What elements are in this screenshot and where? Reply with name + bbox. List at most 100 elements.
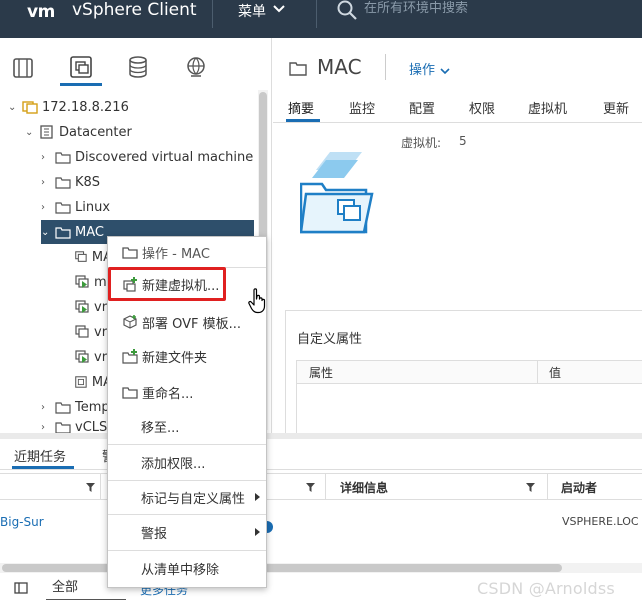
tree-node-template[interactable]: MA	[72, 370, 112, 394]
folder-icon	[289, 62, 307, 76]
menu-item-tags-attributes[interactable]: 标记与自定义属性	[108, 482, 266, 512]
tree-node-vm[interactable]: m	[72, 270, 112, 294]
tab-summary[interactable]: 摘要	[288, 98, 314, 117]
tasks-pane: 近期任务 警 详细信息 启动者 Big-Sur VSPHERE.LOC 全部 更…	[0, 439, 642, 605]
menu-separator	[108, 444, 266, 445]
submenu-arrow-icon	[255, 493, 260, 501]
tree-node-datacenter[interactable]: ⌄ Datacenter	[25, 120, 245, 144]
tree-node-label: vr	[94, 324, 108, 340]
scrollbar-thumb[interactable]	[2, 564, 562, 572]
watermark: CSDN @Arnoldss	[477, 579, 615, 598]
vm-running-icon	[75, 300, 89, 313]
menu-item-remove-from-inventory[interactable]: 从清单中移除	[108, 553, 266, 583]
vm-folder-illustration-icon	[300, 152, 374, 234]
actions-menu-button[interactable]: 操作	[409, 59, 451, 78]
chevron-right-icon[interactable]: ›	[41, 402, 53, 413]
filter-icon[interactable]	[86, 483, 95, 492]
tab-permissions[interactable]: 权限	[469, 98, 495, 117]
filter-icon[interactable]	[526, 483, 535, 492]
search-icon[interactable]	[336, 0, 358, 21]
menu-separator	[108, 480, 266, 481]
menu-item-add-permission[interactable]: 添加权限...	[108, 447, 266, 477]
tab-vms[interactable]: 虚拟机	[528, 98, 567, 117]
chevron-right-icon[interactable]: ›	[41, 202, 53, 213]
chevron-right-icon[interactable]: ›	[41, 177, 53, 188]
title-divider	[385, 54, 386, 80]
tree-node-label: 172.18.8.216	[42, 99, 129, 115]
tasks-horizontal-scrollbar[interactable]	[0, 563, 642, 573]
menu-item-label: 重命名...	[142, 386, 194, 402]
column-header-attribute[interactable]: 属性	[309, 364, 333, 381]
tree-node-vm[interactable]: vr	[72, 295, 112, 319]
datacenter-icon	[40, 125, 53, 139]
header-divider	[316, 0, 317, 28]
task-target-link[interactable]: Big-Sur	[0, 515, 44, 529]
rename-folder-icon	[122, 387, 138, 399]
storage-icon[interactable]	[125, 54, 151, 80]
menu-button[interactable]: 菜单	[238, 1, 266, 21]
vm-running-icon	[75, 350, 89, 363]
tree-node-label: Discovered virtual machine	[75, 149, 254, 165]
chevron-down-icon[interactable]: ⌄	[25, 127, 37, 138]
active-tab-indicator	[60, 83, 102, 86]
tab-recent-tasks[interactable]: 近期任务	[14, 446, 66, 465]
chevron-right-icon[interactable]: ›	[41, 152, 53, 163]
tree-node-label: vCLS	[75, 420, 108, 434]
attributes-table-header: 属性 值	[296, 360, 642, 384]
chevron-down-icon[interactable]: ⌄	[41, 227, 53, 238]
menu-item-deploy-ovf[interactable]: 部署 OVF 模板...	[108, 307, 266, 337]
vms-and-templates-icon[interactable]	[68, 54, 94, 80]
vmware-logo[interactable]: vm	[27, 2, 55, 22]
top-header: vm vSphere Client 菜单	[0, 0, 642, 38]
tab-monitor[interactable]: 监控	[349, 98, 375, 117]
column-header-value[interactable]: 值	[549, 364, 561, 381]
submenu-arrow-icon	[255, 528, 260, 536]
chevron-down-icon	[440, 67, 450, 74]
hosts-and-clusters-icon[interactable]	[10, 54, 36, 80]
networking-icon[interactable]	[183, 54, 209, 80]
menu-item-rename[interactable]: 重命名...	[108, 377, 266, 407]
menu-separator	[108, 514, 266, 515]
tree-node-templates-folder[interactable]: › Temp	[41, 395, 111, 419]
tree-node-label: m	[94, 274, 107, 290]
panel-toggle-icon[interactable]	[14, 582, 28, 594]
vm-running-icon	[75, 275, 89, 288]
tree-node-vm[interactable]: MA	[72, 245, 112, 269]
menu-item-label: 添加权限...	[141, 456, 206, 472]
global-search-input[interactable]	[364, 1, 634, 16]
chevron-down-icon[interactable]	[272, 3, 286, 15]
tree-node-discovered-vm-folder[interactable]: › Discovered virtual machine	[41, 145, 256, 169]
chevron-right-icon[interactable]: ›	[41, 422, 53, 433]
column-separator	[537, 361, 538, 383]
menu-item-move-to[interactable]: 移至...	[108, 411, 266, 441]
menu-item-alarms[interactable]: 警报	[108, 517, 266, 547]
menu-item-new-folder[interactable]: 新建文件夹	[108, 341, 266, 371]
actions-label: 操作	[409, 63, 436, 78]
tree-node-k8s-folder[interactable]: › K8S	[41, 170, 191, 194]
tasks-grid-header: 详细信息 启动者	[0, 474, 642, 500]
tree-node-vm[interactable]: vr	[72, 320, 112, 344]
menu-item-new-vm[interactable]: 新建虚拟机...	[108, 269, 266, 299]
folder-icon	[55, 422, 71, 434]
tasks-grid: 详细信息 启动者 Big-Sur VSPHERE.LOC	[0, 473, 642, 568]
column-header-details[interactable]: 详细信息	[340, 479, 388, 496]
folder-icon	[122, 247, 138, 259]
filter-icon[interactable]	[306, 483, 315, 492]
object-detail-pane: MAC 操作 摘要 监控 配置 权限 虚拟机 更新 虚拟机: 5 自定义属性 属…	[273, 38, 642, 435]
tab-updates[interactable]: 更新	[603, 98, 629, 117]
vm-icon	[75, 251, 87, 262]
app-title[interactable]: vSphere Client	[72, 0, 197, 20]
chevron-down-icon[interactable]: ⌄	[8, 102, 20, 113]
tree-node-vcenter[interactable]: ⌄ 172.18.8.216	[8, 95, 248, 119]
attributes-table-body	[296, 383, 642, 435]
tree-node-vm[interactable]: vr	[72, 345, 112, 369]
context-menu-header: 操作 - MAC	[108, 237, 266, 267]
column-header-initiator[interactable]: 启动者	[561, 479, 597, 496]
tab-configure[interactable]: 配置	[409, 98, 435, 117]
tabs-divider	[273, 122, 642, 123]
menu-item-label: 新建文件夹	[142, 350, 208, 366]
tree-node-linux-folder[interactable]: › Linux	[41, 195, 191, 219]
folder-icon	[55, 227, 71, 239]
tree-node-vcls-folder[interactable]: › vCLS	[41, 420, 111, 434]
tasks-footer: 全部 更多任务 CSDN @Arnoldss	[0, 575, 642, 605]
